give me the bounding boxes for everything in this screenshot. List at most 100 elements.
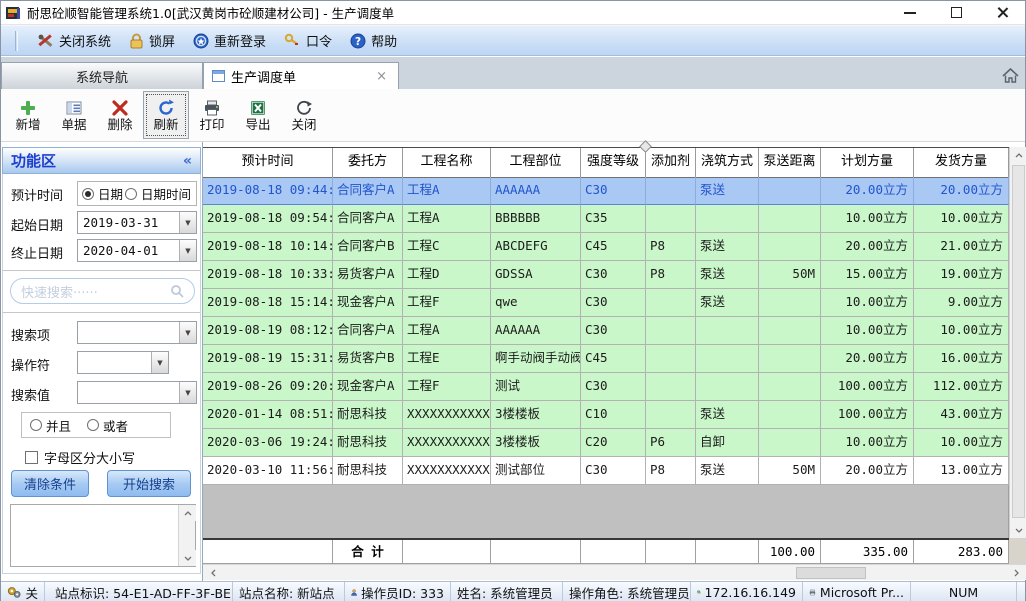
- results-listbox[interactable]: [10, 504, 196, 567]
- tab-production-dispatch[interactable]: 生产调度单 ×: [203, 62, 399, 89]
- operator-dropdown-icon[interactable]: ▼: [151, 352, 168, 373]
- vertical-scrollbar[interactable]: [1009, 147, 1026, 538]
- table-row[interactable]: 2019-08-18 09:44:54合同客户A工程AAAAAAAC30泵送20…: [203, 177, 1009, 205]
- tab-system-nav[interactable]: 系统导航: [1, 62, 203, 89]
- table-cell: 耐思科技: [333, 429, 403, 457]
- column-header[interactable]: 预计时间: [203, 148, 333, 178]
- close-button[interactable]: [979, 1, 1025, 24]
- scroll-up-icon[interactable]: [179, 505, 196, 521]
- print-button[interactable]: 打印: [189, 91, 235, 139]
- and-radio[interactable]: [30, 419, 42, 431]
- case-sensitive-row: 字母区分大小写: [3, 444, 200, 470]
- table-row[interactable]: 2020-01-14 08:51:57耐思科技XXXXXXXXXXX3楼楼板C1…: [203, 401, 1009, 429]
- end-date-value: 2020-04-01: [78, 243, 179, 258]
- quick-search-input[interactable]: 快速搜索······: [10, 278, 195, 304]
- menu-relogin[interactable]: 重新登录: [184, 28, 275, 53]
- gears-icon: [7, 585, 21, 599]
- scroll-right-icon[interactable]: [1008, 565, 1025, 581]
- table-cell: C30: [581, 177, 646, 205]
- table-cell: [759, 317, 821, 345]
- table-cell: 耐思科技: [333, 457, 403, 485]
- search-value-dropdown-icon[interactable]: ▼: [179, 382, 196, 403]
- table-header-row: 预计时间委托方工程名称工程部位强度等级添加剂浇筑方式泵送距离计划方量发货方量: [203, 147, 1009, 177]
- date-radio[interactable]: [82, 188, 94, 200]
- column-header[interactable]: 发货方量: [914, 148, 1009, 178]
- column-header[interactable]: 浇筑方式: [696, 148, 759, 178]
- menu-close-system[interactable]: 关闭系统: [28, 28, 120, 53]
- column-header[interactable]: 工程名称: [403, 148, 491, 178]
- delete-button[interactable]: 删除: [97, 91, 143, 139]
- toolbar-grip: [15, 31, 18, 51]
- scroll-down-icon[interactable]: [1010, 522, 1026, 538]
- document-button[interactable]: 单据: [51, 91, 97, 139]
- table-cell: XXXXXXXXXXX: [403, 457, 491, 485]
- horizontal-scrollbar[interactable]: [203, 564, 1026, 580]
- table-cell: [759, 401, 821, 429]
- status-num-lock: NUM: [911, 582, 1017, 601]
- maximize-button[interactable]: [933, 1, 979, 24]
- datetime-radio[interactable]: [125, 188, 137, 200]
- table-cell: XXXXXXXXXXX: [403, 401, 491, 429]
- table-row[interactable]: 2019-08-19 15:31:01易货客户B工程E啊手动阀手动阀C4520.…: [203, 345, 1009, 373]
- search-field-combobox[interactable]: ▼: [77, 321, 197, 344]
- table-cell: [696, 345, 759, 373]
- end-date-dropdown-icon[interactable]: ▼: [179, 240, 196, 261]
- scroll-left-icon[interactable]: [205, 565, 222, 581]
- menu-help[interactable]: ? 帮助: [341, 28, 406, 53]
- table-cell: [759, 373, 821, 401]
- scroll-down-icon[interactable]: [179, 550, 196, 566]
- table-cell: C30: [581, 289, 646, 317]
- table-row[interactable]: 2019-08-26 09:20:41现金客户A工程F测试C30100.00立方…: [203, 373, 1009, 401]
- clear-conditions-button[interactable]: 清除条件: [11, 470, 89, 497]
- table-row[interactable]: 2019-08-18 10:33:07易货客户A工程DGDSSAC30P8泵送5…: [203, 261, 1009, 289]
- menu-lock-screen[interactable]: 锁屏: [120, 28, 184, 53]
- vertical-scroll-thumb[interactable]: [1012, 165, 1025, 518]
- status-operator-id-label: 操作员ID: 333: [361, 583, 444, 601]
- close-view-button[interactable]: 关闭: [281, 91, 327, 139]
- case-sensitive-checkbox[interactable]: [25, 451, 38, 464]
- end-date-combobox[interactable]: 2020-04-01 ▼: [77, 239, 197, 262]
- column-header[interactable]: 委托方: [333, 148, 403, 178]
- table-cell: 工程C: [403, 233, 491, 261]
- table-cell: 100.00立方: [821, 373, 914, 401]
- horizontal-scroll-thumb[interactable]: [796, 567, 866, 579]
- refresh-button[interactable]: 刷新: [143, 91, 189, 139]
- table-row[interactable]: 2019-08-18 10:14:29合同客户B工程CABCDEFGC45P8泵…: [203, 233, 1009, 261]
- table-cell: 10.00立方: [821, 205, 914, 233]
- column-header[interactable]: 添加剂: [646, 148, 696, 178]
- end-date-row: 终止日期 2020-04-01 ▼: [3, 238, 200, 264]
- operator-combobox[interactable]: ▼: [77, 351, 169, 374]
- table-row[interactable]: 2020-03-10 11:56:04耐思科技XXXXXXXXXXX测试部位C3…: [203, 457, 1009, 485]
- export-button[interactable]: 导出: [235, 91, 281, 139]
- table-cell: AAAAAA: [491, 177, 581, 205]
- add-button-label: 新增: [15, 119, 40, 132]
- menu-password[interactable]: 口令: [275, 28, 341, 53]
- column-header[interactable]: 工程部位: [491, 148, 581, 178]
- listbox-scrollbar[interactable]: [178, 505, 195, 566]
- scroll-up-icon[interactable]: [1010, 147, 1026, 163]
- start-date-combobox[interactable]: 2019-03-31 ▼: [77, 211, 197, 234]
- table-cell: C30: [581, 457, 646, 485]
- status-station-name-label: 站点名称: 新站点: [239, 583, 335, 601]
- column-header[interactable]: 强度等级: [581, 148, 646, 178]
- table-cell: [646, 345, 696, 373]
- start-date-dropdown-icon[interactable]: ▼: [179, 212, 196, 233]
- add-icon: [19, 99, 37, 117]
- table-row[interactable]: 2019-08-18 15:14:01现金客户A工程FqweC30泵送10.00…: [203, 289, 1009, 317]
- table-cell: [759, 233, 821, 261]
- table-row[interactable]: 2020-03-06 19:24:52耐思科技XXXXXXXXXXX3楼楼板C2…: [203, 429, 1009, 457]
- table-row[interactable]: 2019-08-19 08:12:28合同客户A工程AAAAAAAC3010.0…: [203, 317, 1009, 345]
- add-button[interactable]: 新增: [5, 91, 51, 139]
- start-search-button[interactable]: 开始搜索: [107, 470, 191, 497]
- column-header[interactable]: 泵送距离: [759, 148, 821, 178]
- table-cell: C10: [581, 401, 646, 429]
- tab-close-icon[interactable]: ×: [373, 69, 390, 84]
- table-row[interactable]: 2019-08-18 09:54:46合同客户A工程ABBBBBBC3510.0…: [203, 205, 1009, 233]
- home-icon[interactable]: [1001, 67, 1020, 84]
- search-field-dropdown-icon[interactable]: ▼: [179, 322, 196, 343]
- or-radio[interactable]: [87, 419, 99, 431]
- column-header[interactable]: 计划方量: [821, 148, 914, 178]
- collapse-sidebar-button[interactable]: «: [183, 153, 192, 169]
- search-value-combobox[interactable]: ▼: [77, 381, 197, 404]
- minimize-button[interactable]: [887, 1, 933, 24]
